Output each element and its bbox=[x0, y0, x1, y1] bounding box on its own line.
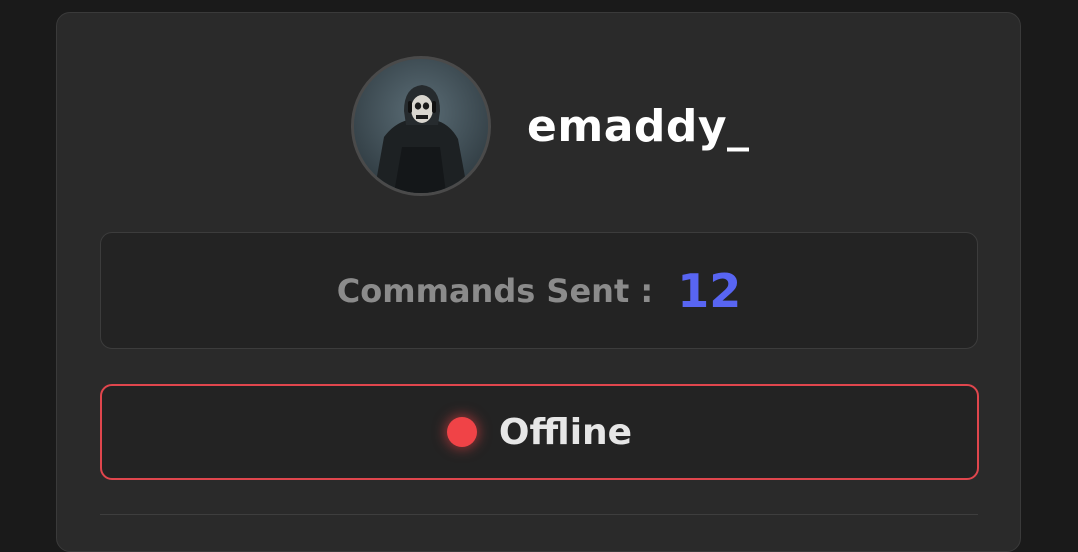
commands-sent-value: 12 bbox=[677, 263, 742, 318]
status-dot-icon bbox=[446, 417, 477, 447]
commands-sent-label: Commands Sent : bbox=[336, 271, 654, 310]
commands-sent-stat: Commands Sent : 12 bbox=[100, 232, 978, 349]
masked-soldier-avatar-icon bbox=[354, 59, 488, 193]
divider bbox=[100, 514, 978, 515]
status-badge: Offline bbox=[100, 384, 979, 480]
profile-card: emaddy_ Commands Sent : 12 Offline bbox=[56, 12, 1021, 552]
profile-header: emaddy_ bbox=[351, 56, 750, 196]
avatar[interactable] bbox=[351, 56, 491, 196]
username: emaddy_ bbox=[527, 100, 750, 152]
status-text: Offline bbox=[498, 411, 633, 453]
